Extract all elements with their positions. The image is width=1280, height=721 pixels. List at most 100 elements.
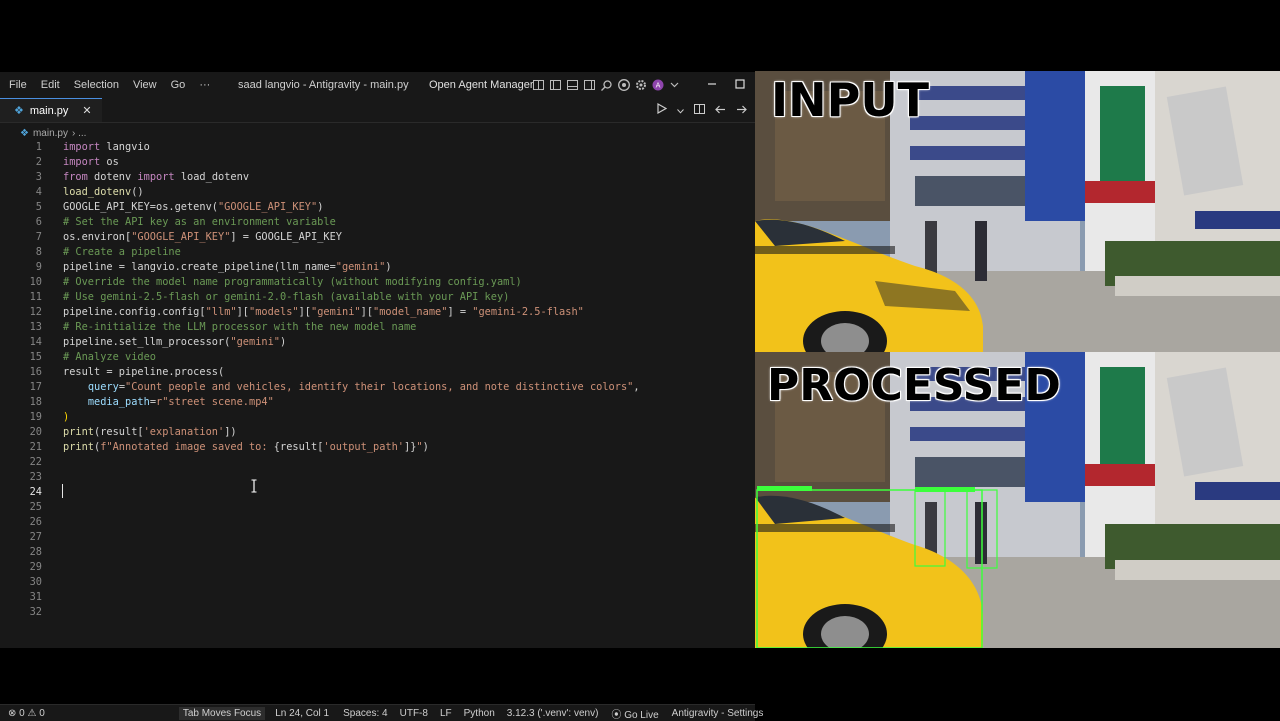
code-token: ][ [236,306,249,318]
split-editor-icon[interactable] [694,101,705,119]
minimize-icon[interactable] [707,79,717,92]
layout-icon[interactable] [532,79,545,91]
open-agent-manager-button[interactable]: Open Agent Manager [429,72,534,98]
code-token: query [87,381,119,393]
chrome-icon[interactable] [617,79,630,91]
gear-icon[interactable] [634,79,647,91]
code-token: # Create a pipeline [63,246,181,258]
forward-arrow-icon[interactable] [736,101,747,119]
code-line[interactable]: 5 GOOGLE_API_KEY=os.getenv("GOOGLE_API_KE… [0,200,755,215]
processed-label: PROCESSED [767,360,1061,411]
code-token: ) [422,441,429,453]
sidebar-toggle-icon[interactable] [549,79,562,91]
code-token: () [131,186,144,198]
code-line[interactable]: 13 # Re-initialize the LLM processor with… [0,320,755,335]
run-icon[interactable] [657,101,668,119]
python-interpreter[interactable]: 3.12.3 ('.venv': venv) [507,708,599,719]
code-line[interactable]: 11 # Use gemini-2.5-flash or gemini-2.0-f… [0,290,755,305]
code-line[interactable]: 27 [0,530,755,545]
code-token: ][ [298,306,312,318]
settings-link[interactable]: Antigravity - Settings [672,708,764,719]
breadcrumb-more[interactable]: › ... [72,128,86,139]
panel-toggle-icon[interactable] [566,79,579,91]
line-number: 27 [29,531,42,543]
code-line[interactable]: 31 [0,590,755,605]
python-file-icon: ❖ [14,105,24,117]
code-token: # Set the API key as an environment vari… [63,216,336,228]
menu-file[interactable]: File [2,72,34,98]
code-line[interactable]: 7 os.environ["GOOGLE_API_KEY"] = GOOGLE_A… [0,230,755,245]
code-line[interactable]: 8 # Create a pipeline [0,245,755,260]
code-line[interactable]: 1 import langvio [0,140,755,155]
run-dropdown-chevron-icon[interactable] [677,101,684,119]
code-line[interactable]: 12 pipeline.config.config["llm"]["models"… [0,305,755,320]
code-token: 'output_path' [323,441,404,453]
code-line[interactable]: 18 media_path=r"street scene.mp4" [0,395,755,410]
menu-view[interactable]: View [126,72,164,98]
code-token: "gemini" [230,336,280,348]
editor-actions [657,98,747,122]
tab-main-py[interactable]: ❖ main.py ✕ [0,98,102,122]
problems-indicator[interactable]: ⊗ 0 ⚠ 0 [8,708,45,719]
code-line[interactable]: 15 # Analyze video [0,350,755,365]
code-line[interactable]: 17 query="Count people and vehicles, ide… [0,380,755,395]
code-line[interactable]: 20 print(result['explanation']) [0,425,755,440]
menu-more[interactable]: ··· [192,72,217,98]
code-token: r"street scene.mp4" [156,396,274,408]
window-title: saad langvio - Antigravity - main.py [238,79,409,91]
code-text: load_dotenv() [63,185,144,200]
chevron-down-icon[interactable] [668,79,681,91]
code-line[interactable]: 25 [0,500,755,515]
code-text: os.environ["GOOGLE_API_KEY"] = GOOGLE_AP… [63,230,342,245]
code-line[interactable]: 26 [0,515,755,530]
code-text: ) [63,410,69,425]
go-live-button[interactable]: ⦿ Go Live [611,706,658,721]
code-token: "llm" [205,306,237,318]
code-line[interactable]: 9 pipeline = langvio.create_pipeline(llm_… [0,260,755,275]
close-icon[interactable]: ✕ [82,104,91,117]
encoding[interactable]: UTF-8 [400,708,428,719]
maximize-icon[interactable] [735,78,745,92]
code-token: import [63,141,101,153]
code-line[interactable]: 23 [0,470,755,485]
code-token: ]} [404,441,417,453]
code-line[interactable]: 4 load_dotenv() [0,185,755,200]
code-line[interactable]: 2 import os [0,155,755,170]
code-line[interactable]: 28 [0,545,755,560]
search-icon[interactable] [600,79,613,91]
code-token: os [100,156,119,168]
code-line[interactable]: 10 # Override the model name programmatic… [0,275,755,290]
line-number: 2 [35,156,42,168]
code-token: # Re-initialize the LLM processor with t… [63,321,417,333]
code-line[interactable]: 29 [0,560,755,575]
language-mode[interactable]: Python [464,708,495,719]
indentation[interactable]: Spaces: 4 [343,708,387,719]
code-token: # Override the model name programmatical… [63,276,522,288]
secondary-sidebar-icon[interactable] [583,79,596,91]
account-avatar-icon[interactable]: A [651,79,664,91]
tab-moves-focus-button[interactable]: Tab Moves Focus [178,706,266,720]
code-line[interactable]: 14 pipeline.set_llm_processor("gemini") [0,335,755,350]
cursor-position[interactable]: Ln 24, Col 1 [275,708,329,719]
code-line[interactable]: 32 [0,605,755,620]
code-token: os.environ[ [63,231,132,243]
code-line[interactable]: 19) [0,410,755,425]
breadcrumb-file[interactable]: main.py [33,128,68,139]
code-area[interactable]: 1 import langvio 2 import os 3 from dotenv im… [0,140,755,620]
line-number: 28 [29,546,42,558]
back-arrow-icon[interactable] [715,101,726,119]
code-line[interactable]: 16 result = pipeline.process( [0,365,755,380]
code-line[interactable]: 24 [0,485,755,500]
end-of-line[interactable]: LF [440,708,452,719]
menu-edit[interactable]: Edit [34,72,67,98]
menu-go[interactable]: Go [164,72,193,98]
code-line[interactable]: 21 print(f"Annotated image saved to: {res… [0,440,755,455]
code-token: "gemini" [311,306,361,318]
menu-selection[interactable]: Selection [67,72,126,98]
code-token: import [63,156,101,168]
code-line[interactable]: 3 from dotenv import load_dotenv [0,170,755,185]
code-text: pipeline = langvio.create_pipeline(llm_n… [63,260,392,275]
code-line[interactable]: 22 [0,455,755,470]
code-line[interactable]: 6 # Set the API key as an environment var… [0,215,755,230]
code-line[interactable]: 30 [0,575,755,590]
